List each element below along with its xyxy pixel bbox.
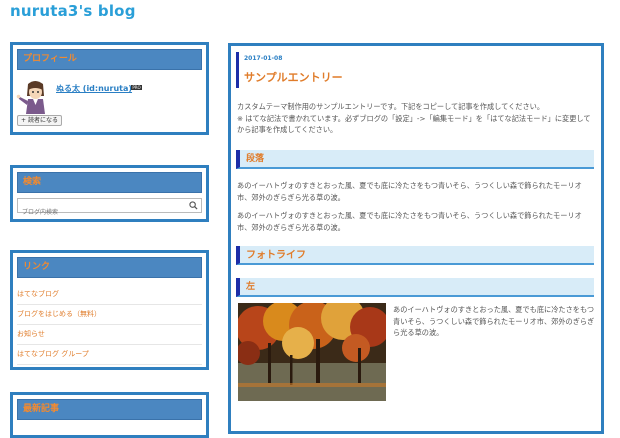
link-news[interactable]: お知らせ [17, 325, 202, 345]
entry-article: 2017-01-08 サンプルエントリー カスタムテーマ制作用のサンプルエントリ… [228, 43, 604, 434]
search-icon[interactable] [189, 201, 198, 210]
section-heading-paragraph: 段落 [236, 150, 594, 169]
blog-title[interactable]: nuruta3's blog [10, 2, 136, 20]
autumn-trees-photo[interactable] [238, 303, 386, 401]
subsection-heading-left: 左 [236, 278, 594, 297]
entry-date[interactable]: 2017-01-08 [244, 55, 282, 62]
profile-heading: プロフィール [17, 49, 202, 70]
plus-icon: + [21, 117, 27, 124]
subscribe-label: 読者になる [27, 117, 58, 124]
link-hatena-blog[interactable]: はてなブログ [17, 285, 202, 305]
paragraph-3: あのイーハトヴォのすきとおった風、夏でも底に冷たさをもつ青いそら、うつくしい森で… [393, 305, 595, 337]
avatar[interactable] [16, 78, 54, 118]
pro-badge: PRO [131, 85, 142, 90]
section-heading-photolife: フォトライフ [236, 246, 594, 265]
link-blog-group[interactable]: はてなブログ グループ [17, 345, 202, 365]
paragraph-2: あのイーハトヴォのすきとおった風、夏でも底に冷たさをもつ青いそら、うつくしい森で… [237, 211, 582, 232]
subscribe-button[interactable]: + 読者になる [17, 115, 62, 126]
search-module: 検索 [10, 165, 209, 222]
profile-module: プロフィール ぬる太 (id:nuruta) PRO + 読者になる [10, 42, 209, 135]
entry-title[interactable]: サンプルエントリー [244, 69, 343, 85]
search-input[interactable] [18, 206, 186, 219]
search-heading: 検索 [17, 172, 202, 193]
entry-intro: カスタムテーマ制作用のサンプルエントリーです。下記をコピーして記事を作成してくだ… [237, 102, 591, 134]
recent-entries-module: 最新記事 [10, 392, 209, 438]
links-list: はてなブログ ブログをはじめる（無料） お知らせ はてなブログ グループ [17, 285, 202, 365]
links-module: リンク はてなブログ ブログをはじめる（無料） お知らせ はてなブログ グループ [10, 250, 209, 370]
search-box [17, 198, 202, 219]
link-start-blog[interactable]: ブログをはじめる（無料） [17, 305, 202, 325]
title-accent-bar [236, 52, 239, 88]
paragraph-1: あのイーハトヴォのすきとおった風、夏でも底に冷たさをもつ青いそら、うつくしい森で… [237, 181, 582, 202]
links-heading: リンク [17, 257, 202, 278]
profile-name-link[interactable]: ぬる太 (id:nuruta) [56, 83, 132, 94]
